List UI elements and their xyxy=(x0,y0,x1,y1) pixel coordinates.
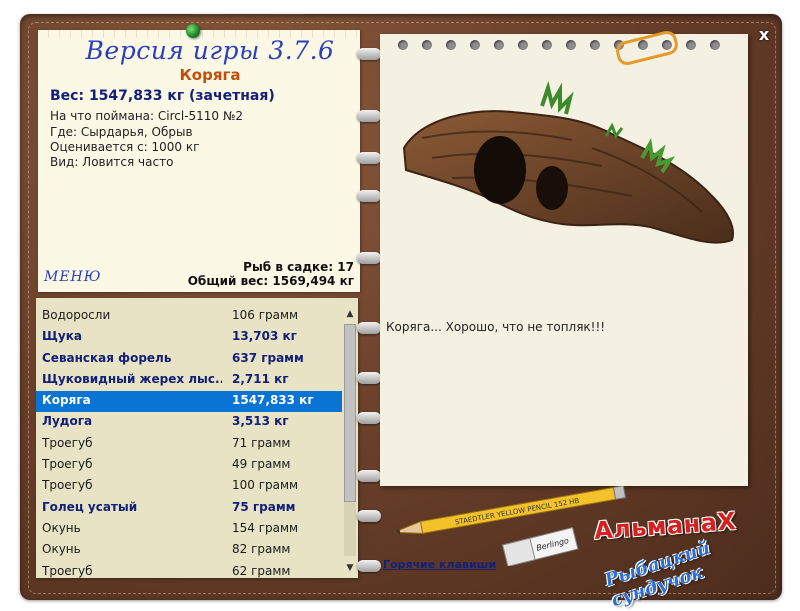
binder-ring xyxy=(357,470,381,482)
scrollbar-thumb[interactable] xyxy=(344,324,356,502)
fish-list-item[interactable]: Окунь 82 грамм xyxy=(36,540,342,561)
fish-item-name: Троегуб xyxy=(42,457,93,472)
binder-ring xyxy=(357,48,381,60)
caught-with: На что поймана: Circl-5110 №2 xyxy=(50,109,243,123)
fish-list-scrollbar[interactable]: ▲ ▼ xyxy=(342,304,358,578)
fish-list-item[interactable]: Севанская форель 637 грамм xyxy=(36,349,342,370)
rated-from: Оценивается с: 1000 кг xyxy=(50,140,200,154)
fish-item-weight: 2,711 кг xyxy=(232,371,289,386)
fish-item-name: Щуковидный жерех лыс... xyxy=(42,371,222,386)
fish-name-title: Коряга xyxy=(179,66,241,84)
fish-item-weight: 154 грамм xyxy=(232,520,299,535)
fish-list-item[interactable]: Лудога 3,513 кг xyxy=(36,412,342,433)
fish-item-weight: 13,703 кг xyxy=(232,329,297,344)
fish-list: Водоросли 106 грамм Щука 13,703 кг Севанская… xyxy=(36,298,358,578)
fish-list-item[interactable]: Щука 13,703 кг xyxy=(36,327,342,348)
fish-weight: Вес: 1547,833 кг (зачетная) xyxy=(50,88,275,104)
binder-ring xyxy=(357,372,381,384)
fish-description: Коряга... Хорошо, что не топляк!!! xyxy=(386,320,606,334)
fish-item-name: Троегуб xyxy=(42,478,93,493)
keepnet-count: Рыб в садке: 17 xyxy=(243,260,354,274)
fish-item-weight: 82 грамм xyxy=(232,542,291,557)
fish-item-name: Окунь xyxy=(42,520,81,535)
binder-ring xyxy=(357,152,381,164)
keepnet-total-weight: Общий вес: 1569,494 кг xyxy=(187,274,354,288)
fish-list-item[interactable]: Коряга 1547,833 кг xyxy=(36,391,342,413)
fish-item-weight: 106 грамм xyxy=(232,308,299,322)
arrow-down-icon[interactable]: ▼ xyxy=(342,560,358,576)
fish-list-item[interactable]: Водоросли 106 грамм xyxy=(36,306,342,327)
fish-item-name: Окунь xyxy=(42,542,81,557)
fish-list-item[interactable]: Троегуб 49 грамм xyxy=(36,455,342,476)
fish-item-weight: 637 грамм xyxy=(232,350,304,365)
fish-kind: Вид: Ловится часто xyxy=(50,155,174,169)
arrow-up-icon[interactable]: ▲ xyxy=(342,306,358,322)
game-version-label: Версия игры 3.7.6 xyxy=(85,36,335,65)
fish-item-weight: 71 грамм xyxy=(232,435,291,450)
fish-item-name: Троегуб xyxy=(42,563,93,578)
fish-item-weight: 75 грамм xyxy=(232,499,296,514)
fish-item-name: Щука xyxy=(42,329,82,344)
fish-item-weight: 3,513 кг xyxy=(232,414,289,429)
catch-location: Где: Сырдарья, Обрыв xyxy=(50,125,193,139)
fish-list-item[interactable]: Окунь 154 грамм xyxy=(36,519,342,540)
binder-ring xyxy=(357,110,381,122)
binder-ring xyxy=(357,510,381,522)
fish-list-item[interactable]: Голец усатый 75 грамм xyxy=(36,498,342,519)
binder-ring xyxy=(357,412,381,424)
hotkeys-link[interactable]: Горячие клавиши xyxy=(383,558,496,571)
fish-item-weight: 49 грамм xyxy=(232,457,291,472)
fish-item-weight: 1547,833 кг xyxy=(232,393,314,408)
eraser-image: Berlingo xyxy=(502,526,579,566)
fish-list-item[interactable]: Троегуб 71 грамм xyxy=(36,434,342,455)
fish-list-item[interactable]: Троегуб 62 грамм xyxy=(36,562,342,578)
fish-item-weight: 62 грамм xyxy=(232,563,291,578)
driftwood-image xyxy=(402,80,734,244)
binder-ring xyxy=(357,252,381,264)
app-window: x Версия игры 3.7.6 Коряга Вес: 1547,833… xyxy=(0,0,800,611)
notepad-holes xyxy=(398,40,728,54)
close-button[interactable]: x xyxy=(753,24,775,46)
fish-item-name: Коряга xyxy=(42,393,91,408)
binder-ring xyxy=(357,322,381,334)
fish-item-name: Водоросли xyxy=(42,308,111,322)
menu-link[interactable]: МЕНЮ xyxy=(44,269,101,285)
fish-list-item[interactable]: Щуковидный жерех лыс... 2,711 кг xyxy=(36,370,342,391)
fish-list-rows: Водоросли 106 грамм Щука 13,703 кг Севанская… xyxy=(36,306,342,578)
binder-ring xyxy=(357,560,381,572)
fish-item-name: Голец усатый xyxy=(42,499,138,514)
svg-text:STAEDTLER YELLOW PENCIL 152 HB: STAEDTLER YELLOW PENCIL 152 HB xyxy=(454,497,580,527)
fish-list-item[interactable]: Троегуб 100 грамм xyxy=(36,476,342,497)
fish-item-name: Севанская форель xyxy=(42,350,172,365)
fish-item-weight: 100 грамм xyxy=(232,478,299,493)
binder-ring xyxy=(357,190,381,202)
fish-item-name: Лудога xyxy=(42,414,93,429)
fish-item-name: Троегуб xyxy=(42,435,93,450)
